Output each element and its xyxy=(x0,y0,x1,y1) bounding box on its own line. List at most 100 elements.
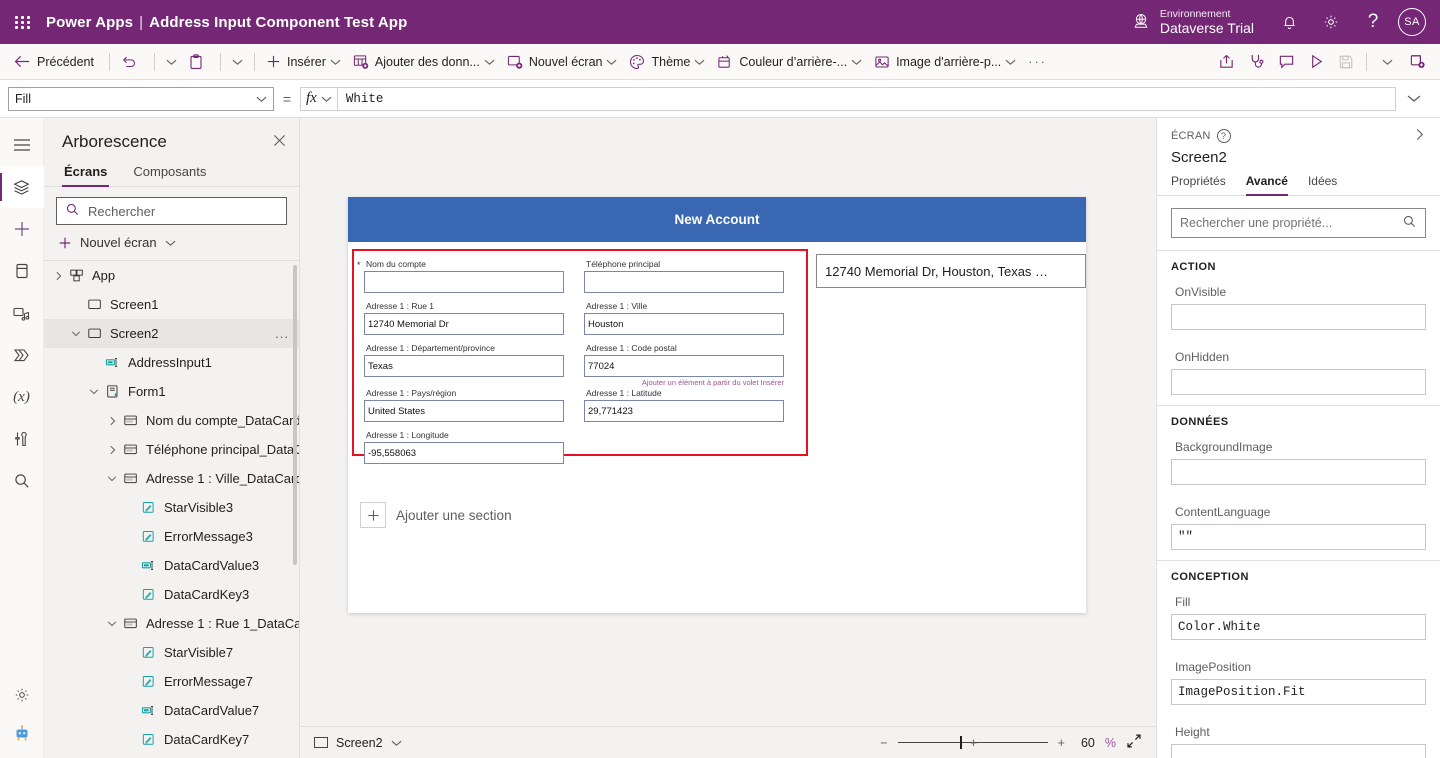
tree-node[interactable]: ErrorMessage7 xyxy=(44,667,299,696)
app-launcher-icon[interactable] xyxy=(0,15,46,29)
node-context-menu-icon[interactable]: ... xyxy=(275,326,289,341)
collapse-panel-icon[interactable] xyxy=(1413,128,1426,144)
twisty-icon[interactable] xyxy=(68,329,84,338)
close-icon[interactable] xyxy=(272,133,287,151)
property-input[interactable]: "" xyxy=(1171,524,1426,550)
tree-node[interactable]: StarVisible7 xyxy=(44,638,299,667)
save-dropdown-icon[interactable] xyxy=(1372,47,1402,77)
property-input[interactable] xyxy=(1171,459,1426,485)
notifications-icon[interactable] xyxy=(1268,0,1310,44)
tab-components[interactable]: Composants xyxy=(131,160,208,186)
undo-dropdown[interactable] xyxy=(160,47,183,77)
field-input[interactable]: Texas xyxy=(364,355,564,377)
tree-node[interactable]: StarVisible3 xyxy=(44,493,299,522)
undo-button[interactable] xyxy=(115,47,149,77)
twisty-icon[interactable] xyxy=(86,387,102,396)
tree-search-input[interactable]: Rechercher xyxy=(56,197,287,225)
environment-picker[interactable]: Environnement Dataverse Trial xyxy=(1132,8,1254,36)
field-input[interactable]: United States xyxy=(364,400,564,422)
tree-node[interactable]: Adresse 1 : Département/province_D xyxy=(44,754,299,758)
twisty-icon[interactable] xyxy=(104,619,120,628)
tree-node[interactable]: Screen1 xyxy=(44,290,299,319)
zoom-out-button[interactable]: − xyxy=(880,736,887,750)
paste-dropdown[interactable] xyxy=(226,47,249,77)
tree-node[interactable]: DataCardKey3 xyxy=(44,580,299,609)
rail-item-search[interactable] xyxy=(0,460,44,502)
tree-node[interactable]: Adresse 1 : Rue 1_DataCard1 xyxy=(44,609,299,638)
comments-icon[interactable] xyxy=(1271,47,1301,77)
twisty-icon[interactable] xyxy=(104,445,120,455)
rail-item-media[interactable] xyxy=(0,292,44,334)
property-input[interactable] xyxy=(1171,744,1426,758)
property-input[interactable] xyxy=(1171,304,1426,330)
help-icon[interactable]: ? xyxy=(1352,0,1394,44)
background-image-button[interactable]: Image d'arrière-p... xyxy=(868,47,1022,77)
tree-scrollbar[interactable] xyxy=(293,265,297,565)
rail-item-menu[interactable] xyxy=(0,124,44,166)
twisty-icon[interactable] xyxy=(104,416,120,426)
background-color-button[interactable]: Couleur d’arrière-... xyxy=(711,47,868,77)
tree-node[interactable]: Adresse 1 : Ville_DataCard1 xyxy=(44,464,299,493)
tree-node[interactable]: Téléphone principal_DataCard1 xyxy=(44,435,299,464)
rail-item-copilot[interactable] xyxy=(0,716,44,758)
save-icon[interactable] xyxy=(1331,47,1361,77)
property-input[interactable]: Color.White xyxy=(1171,614,1426,640)
back-button[interactable]: Précédent xyxy=(8,47,104,77)
publish-icon[interactable] xyxy=(1402,47,1432,77)
insert-button[interactable]: Insérer xyxy=(260,47,347,77)
rail-item-power-automate[interactable] xyxy=(0,334,44,376)
rail-item-settings[interactable] xyxy=(0,674,44,716)
zoom-slider[interactable]: + xyxy=(897,736,1048,750)
tree-node[interactable]: Form1 xyxy=(44,377,299,406)
app-screen-preview[interactable]: New Account * Nom du compte Téléphone prin… xyxy=(348,197,1086,613)
canvas-area[interactable]: New Account * Nom du compte Téléphone prin… xyxy=(300,118,1156,726)
rail-item-insert[interactable] xyxy=(0,208,44,250)
rail-item-data[interactable] xyxy=(0,250,44,292)
tree-node[interactable]: Screen2... xyxy=(44,319,299,348)
field-input[interactable]: 29,771423 xyxy=(584,400,784,422)
zoom-in-button[interactable]: + xyxy=(1058,736,1065,750)
paste-button[interactable] xyxy=(183,47,215,77)
new-screen-button[interactable]: Nouvel écran xyxy=(501,47,624,77)
gear-icon[interactable] xyxy=(1310,0,1352,44)
field-input[interactable] xyxy=(584,271,784,293)
tree-node[interactable]: DataCardValue7 xyxy=(44,696,299,725)
add-section-button[interactable]: Ajouter une section xyxy=(360,502,512,528)
preview-play-icon[interactable] xyxy=(1301,47,1331,77)
help-icon[interactable]: ? xyxy=(1216,129,1231,143)
zoom-slider-thumb[interactable] xyxy=(959,736,962,749)
field-input[interactable]: Houston xyxy=(584,313,784,335)
share-icon[interactable] xyxy=(1211,47,1241,77)
tree-node[interactable]: ErrorMessage3 xyxy=(44,522,299,551)
field-input[interactable] xyxy=(364,271,564,293)
field-input[interactable]: -95,558063 xyxy=(364,442,564,464)
tree-node[interactable]: DataCardValue3 xyxy=(44,551,299,580)
fx-button[interactable]: fx xyxy=(300,86,337,111)
tab-properties[interactable]: Propriétés xyxy=(1171,174,1226,195)
formula-expand-icon[interactable] xyxy=(1396,94,1432,104)
rail-item-variables[interactable]: (x) xyxy=(0,376,44,418)
properties-body[interactable]: ACTION OnVisible OnHidden DONNÉES Background… xyxy=(1157,251,1440,758)
field-input[interactable]: 12740 Memorial Dr xyxy=(364,313,564,335)
tab-ideas[interactable]: Idées xyxy=(1308,174,1337,195)
rail-item-tools[interactable] xyxy=(0,418,44,460)
theme-button[interactable]: Thème xyxy=(623,47,711,77)
new-screen-button-panel[interactable]: Nouvel écran xyxy=(44,229,299,260)
field-input[interactable]: 77024 xyxy=(584,355,784,377)
app-checker-icon[interactable] xyxy=(1241,47,1271,77)
property-input[interactable] xyxy=(1171,369,1426,395)
property-search-input[interactable]: Rechercher une propriété... xyxy=(1171,208,1426,238)
tree-node[interactable]: AddressInput1 xyxy=(44,348,299,377)
fit-to-screen-icon[interactable] xyxy=(1126,733,1142,752)
property-selector[interactable]: Fill xyxy=(8,86,274,111)
formula-input[interactable]: White xyxy=(336,86,1396,111)
twisty-icon[interactable] xyxy=(104,474,120,483)
rail-item-tree-view[interactable] xyxy=(0,166,44,208)
tree-node[interactable]: App xyxy=(44,261,299,290)
property-input[interactable]: ImagePosition.Fit xyxy=(1171,679,1426,705)
avatar[interactable]: SA xyxy=(1398,8,1426,36)
twisty-icon[interactable] xyxy=(50,271,66,281)
screen-selector[interactable]: Screen2 xyxy=(314,736,402,750)
tree-node[interactable]: DataCardKey7 xyxy=(44,725,299,754)
form-selection-box[interactable]: * Nom du compte Téléphone principal Adresse… xyxy=(352,249,808,464)
